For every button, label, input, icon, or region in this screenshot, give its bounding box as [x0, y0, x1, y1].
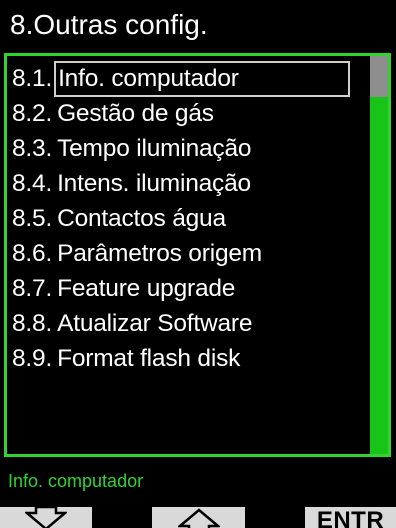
menu-item-label: Format flash disk [57, 344, 241, 372]
scrollbar-thumb[interactable] [370, 56, 388, 97]
menu-item-contactos-agua[interactable]: 8.5. Contactos água [10, 201, 376, 236]
menu-item-tempo-iluminacao[interactable]: 8.3. Tempo iluminação [10, 131, 376, 166]
arrow-up-icon [177, 507, 220, 528]
dive-computer-screen: 8.Outras config. 8.1. Info. computador 8.… [0, 0, 396, 528]
status-text: Info. computador [8, 471, 144, 491]
menu-item-gestao-de-gas[interactable]: 8.2. Gestão de gás [10, 96, 376, 131]
menu-item-number: 8.9. [12, 344, 53, 372]
menu-item-info-computador[interactable]: 8.1. Info. computador [10, 60, 376, 97]
menu-list: 8.1. Info. computador 8.2. Gestão de gás 8… [10, 60, 376, 376]
menu-item-number: 8.2. [12, 99, 53, 127]
menu-item-number: 8.5. [12, 204, 53, 232]
menu-item-number: 8.7. [12, 274, 53, 302]
down-button[interactable] [0, 507, 92, 528]
enter-button[interactable]: ENTR [305, 507, 396, 528]
menu-item-number: 8.4. [12, 169, 53, 197]
menu-item-feature-upgrade[interactable]: 8.7. Feature upgrade [10, 271, 376, 306]
menu-item-label: Tempo iluminação [57, 134, 252, 162]
menu-item-intens-iluminacao[interactable]: 8.4. Intens. iluminação [10, 166, 376, 201]
menu-item-number: 8.8. [12, 309, 53, 337]
menu-item-label: Atualizar Software [57, 309, 253, 337]
menu-item-atualizar-software[interactable]: 8.8. Atualizar Software [10, 306, 376, 341]
enter-button-label: ENTR [316, 507, 385, 528]
arrow-down-icon [25, 507, 67, 528]
scrollbar[interactable] [370, 56, 388, 454]
page-title: 8.Outras config. [10, 9, 208, 40]
menu-item-parametros-origem[interactable]: 8.6. Parâmetros origem [10, 236, 376, 271]
menu-item-label: Parâmetros origem [57, 239, 262, 267]
menu-item-number: 8.6. [12, 239, 53, 267]
menu-item-label: Gestão de gás [57, 99, 214, 127]
menu-item-label: Intens. iluminação [57, 169, 251, 197]
menu-item-label: Feature upgrade [57, 274, 236, 302]
menu-item-format-flash-disk[interactable]: 8.9. Format flash disk [10, 341, 376, 376]
soft-key-bar: ENTR [0, 507, 396, 528]
menu-frame: 8.1. Info. computador 8.2. Gestão de gás 8… [4, 53, 391, 457]
menu-item-label: Info. computador [54, 60, 351, 97]
up-button[interactable] [152, 507, 245, 528]
menu-item-label: Contactos água [57, 204, 226, 232]
menu-item-number: 8.3. [12, 134, 53, 162]
menu-item-number: 8.1. [12, 64, 53, 92]
